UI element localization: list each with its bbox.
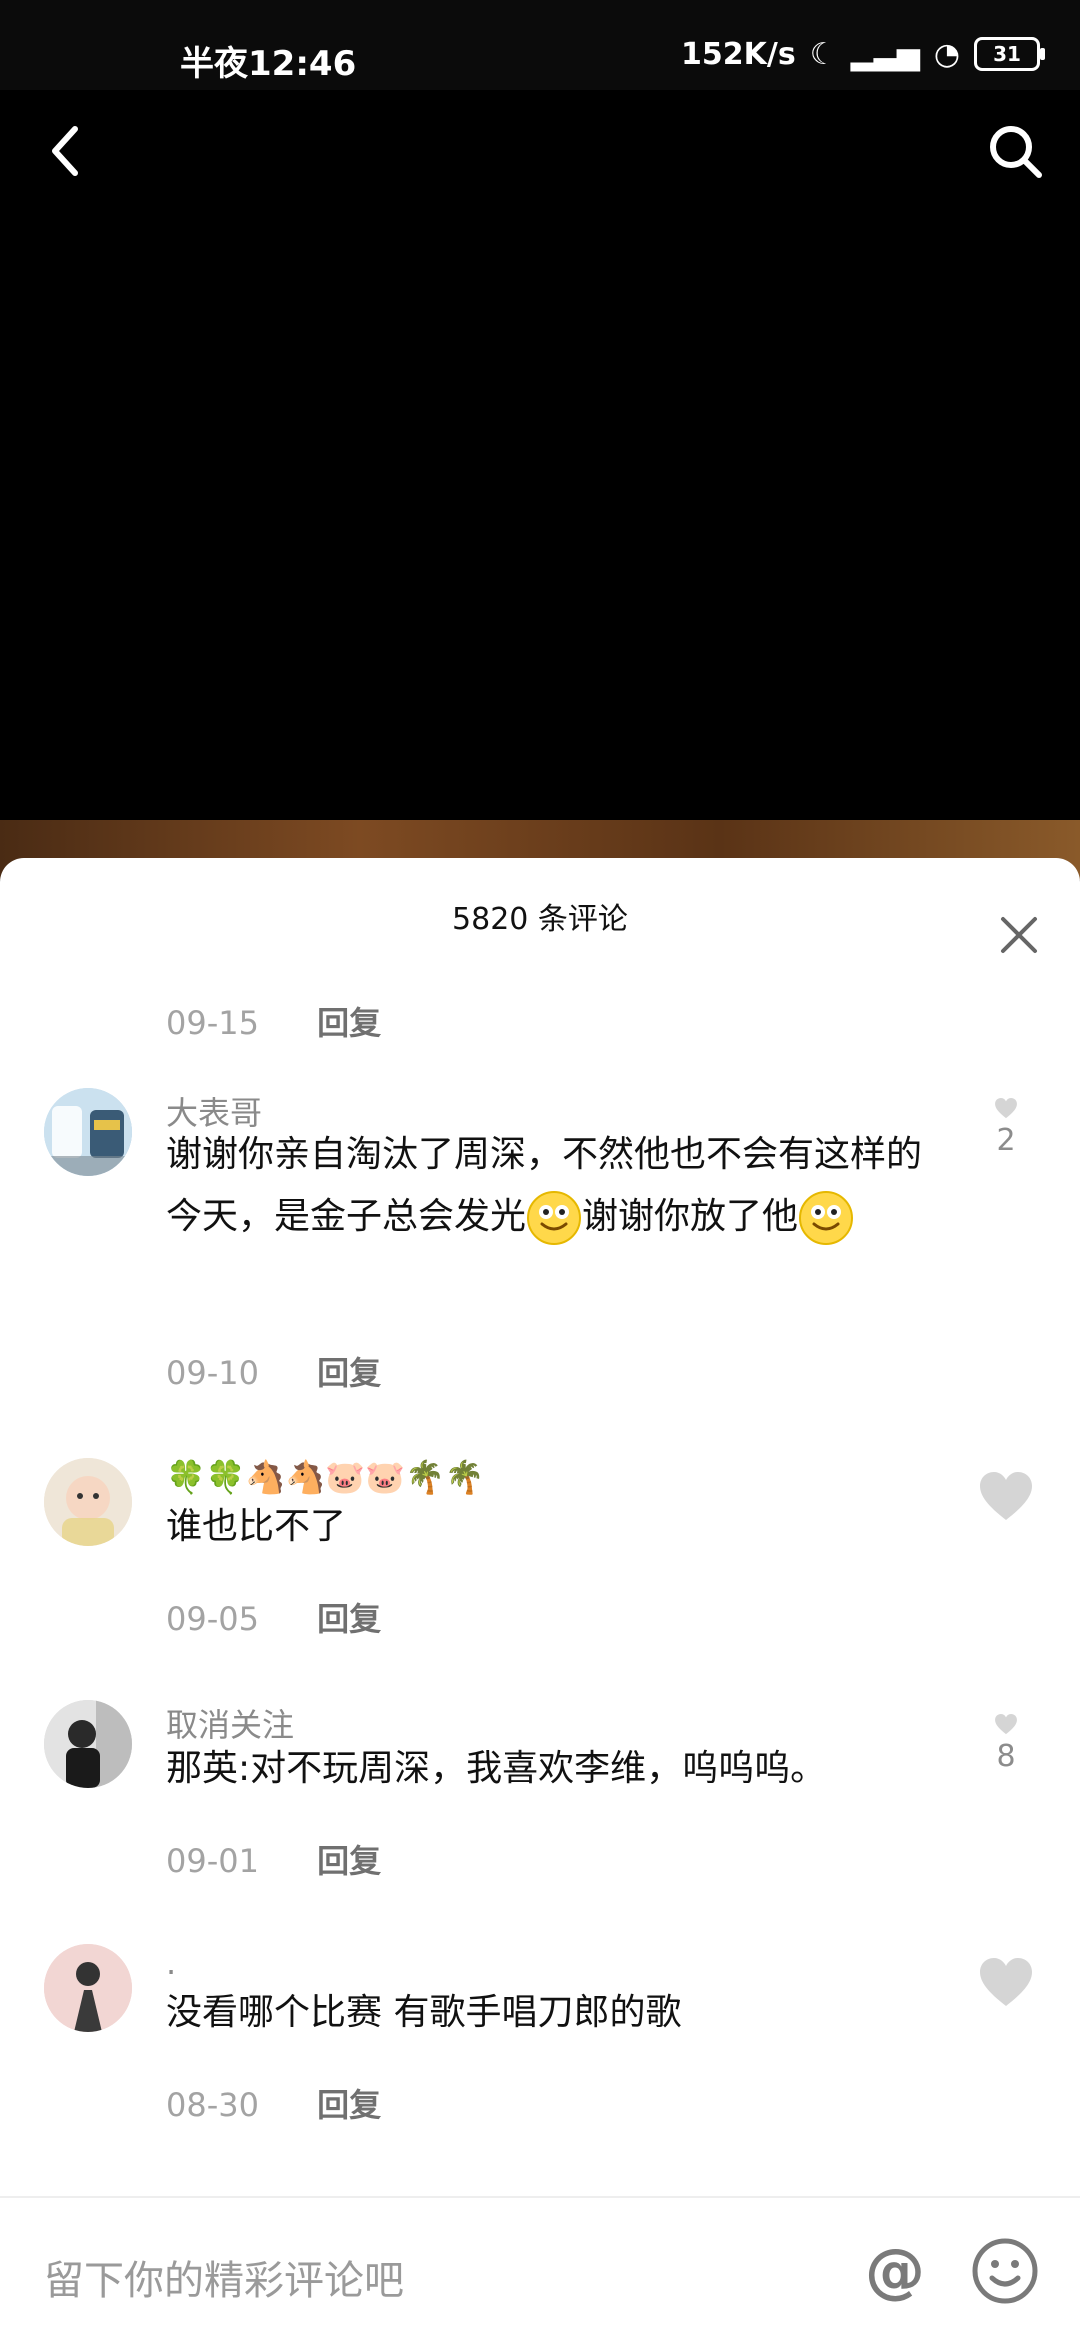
comment-text: 谁也比不了 (166, 1506, 347, 1547)
search-button[interactable] (980, 116, 1050, 186)
comment-input-bar: 留下你的精彩评论吧 @ (0, 2196, 1080, 2342)
comment-username[interactable]: . (166, 1944, 176, 1982)
avatar-image (44, 1700, 132, 1788)
comment-date: 08-30 (166, 2086, 259, 2124)
close-button[interactable] (984, 900, 1054, 970)
reply-button[interactable]: 回复 (317, 2086, 381, 2124)
comment-input[interactable]: 留下你的精彩评论吧 (44, 2248, 404, 2306)
reply-button[interactable]: 回复 (317, 1354, 381, 1392)
heart-icon (995, 1098, 1017, 1119)
battery-icon: 31 (974, 37, 1045, 71)
comment-date: 09-05 (166, 1600, 259, 1638)
like-button[interactable] (976, 1472, 1036, 1532)
comment-text: 那英:对不玩周深，我喜欢李维，呜呜呜。 (166, 1748, 827, 1789)
comment-date: 09-10 (166, 1354, 259, 1392)
comment-date: 09-15 (166, 1004, 259, 1042)
status-bar: 半夜12:46 152K/s ☾ ▂▃▅ ◔ 31 (0, 0, 1080, 90)
like-count: 2 (996, 1123, 1016, 1158)
avatar[interactable] (44, 1944, 132, 2032)
status-right: 152K/s ☾ ▂▃▅ ◔ 31 (681, 34, 1045, 74)
signal-icon: ▂▃▅ (850, 36, 920, 72)
comment-meta: 09-01 回复 (166, 1836, 381, 1882)
moon-icon: ☾ (809, 36, 837, 72)
wifi-icon: ◔ (933, 36, 960, 72)
like-count: 8 (996, 1739, 1016, 1774)
smile-emoji-icon (527, 1191, 582, 1245)
heart-icon (995, 1714, 1017, 1735)
at-icon: @ (865, 2236, 925, 2306)
comment-text: 谢谢你亲自淘汰了周深，不然他也不会有这样的今天，是金子总会发光 谢谢你放了他 (166, 1124, 946, 1248)
reply-button[interactable]: 回复 (317, 1004, 381, 1042)
heart-icon (980, 1958, 1032, 2006)
avatar[interactable] (44, 1700, 132, 1788)
heart-icon (980, 1472, 1032, 1520)
like-button[interactable] (976, 1958, 1036, 2018)
back-button[interactable] (30, 116, 100, 186)
back-icon (52, 126, 78, 176)
reply-button[interactable]: 回复 (317, 1842, 381, 1880)
avatar[interactable] (44, 1458, 132, 1546)
avatar[interactable] (44, 1088, 132, 1176)
emoji-icon (972, 2238, 1038, 2304)
status-time: 半夜12:46 (180, 44, 357, 84)
avatar-image (44, 1458, 132, 1546)
video-area[interactable] (0, 90, 1080, 850)
network-speed: 152K/s (681, 36, 796, 72)
comment-text-part: 谢谢你放了他 (582, 1196, 799, 1237)
comment-meta: 08-30 回复 (166, 2080, 381, 2126)
comment-date: 09-01 (166, 1842, 259, 1880)
comment-text: 没看哪个比赛 有歌手唱刀郎的歌 (166, 1992, 682, 2033)
comment-meta: 09-10 回复 (166, 1348, 381, 1394)
comment-meta: 09-15 回复 (166, 998, 381, 1044)
close-icon (1001, 917, 1037, 953)
like-button[interactable]: 8 (976, 1714, 1036, 1774)
emoji-button[interactable] (970, 2236, 1040, 2306)
at-mention-button[interactable]: @ (860, 2236, 930, 2306)
reply-button[interactable]: 回复 (317, 1600, 381, 1638)
like-button[interactable]: 2 (976, 1098, 1036, 1158)
avatar-image (44, 1088, 132, 1176)
comment-meta: 09-05 回复 (166, 1594, 381, 1640)
smile-emoji-icon (799, 1191, 854, 1245)
comment-username[interactable]: 🍀🍀🐴🐴🐷🐷🌴🌴 (166, 1458, 485, 1496)
search-icon (990, 126, 1042, 178)
comments-sheet: 5820 条评论 09-15 回复 大表哥 谢谢你亲自淘汰了周深，不然他也不会有… (0, 858, 1080, 2340)
comments-count-title: 5820 条评论 (452, 902, 628, 937)
avatar-image (44, 1944, 132, 2032)
